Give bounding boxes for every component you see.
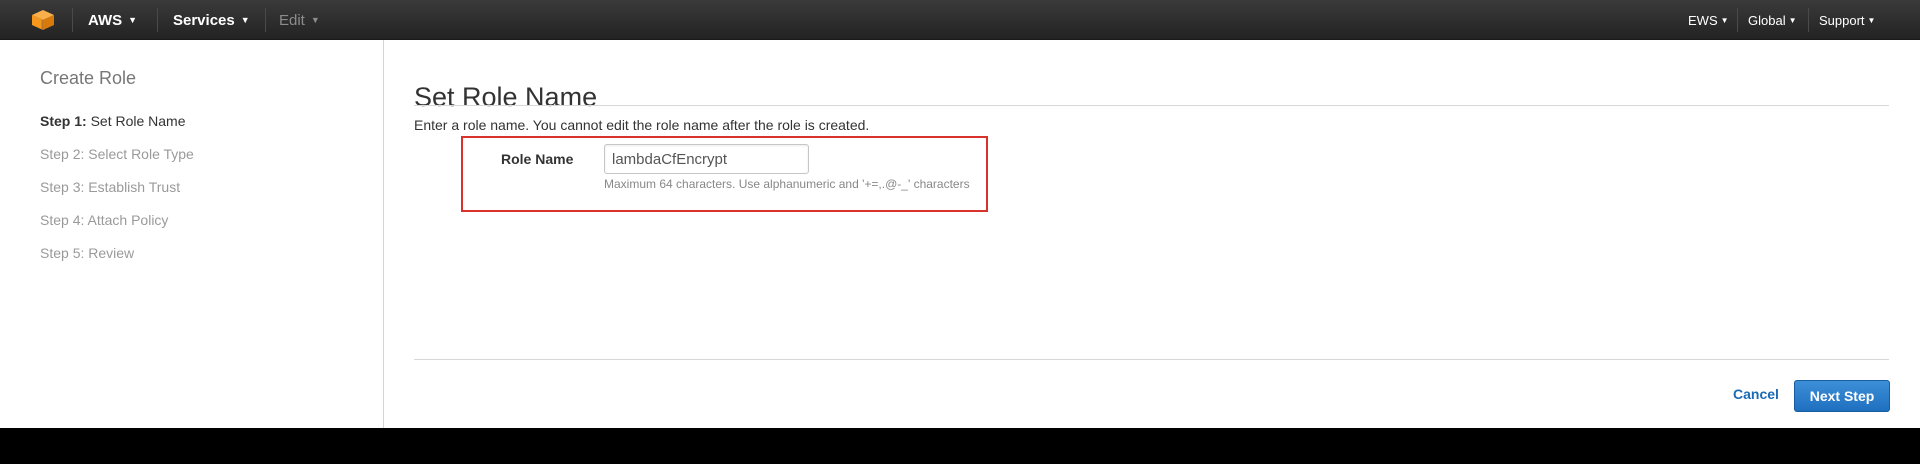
wizard-steps: Step 1: Set Role Name Step 2: Select Rol…	[40, 111, 194, 276]
caret-down-icon: ▼	[240, 15, 250, 25]
nav-divider	[157, 8, 158, 32]
bottom-black-band	[0, 428, 1920, 464]
sidebar-title: Create Role	[40, 68, 137, 88]
step-label: Review	[88, 245, 135, 261]
step-label: Attach Policy	[87, 212, 169, 228]
caret-down-icon: ▼	[1788, 16, 1797, 25]
region-menu[interactable]: Global ▼	[1748, 0, 1797, 40]
step-number: Step 2:	[40, 146, 85, 162]
aws-menu[interactable]: AWS ▼	[88, 0, 137, 40]
caret-down-icon: ▼	[128, 15, 138, 25]
step-label: Set Role Name	[90, 113, 186, 129]
role-name-help-text: Maximum 64 characters. Use alphanumeric …	[604, 177, 970, 191]
next-step-button[interactable]: Next Step	[1794, 380, 1890, 412]
services-menu-label: Services	[173, 12, 235, 29]
caret-down-icon: ▼	[1720, 16, 1729, 25]
wizard-step-set-role-name[interactable]: Step 1: Set Role Name	[40, 111, 194, 144]
wizard-sidebar: Create Role Step 1: Set Role Name Step 2…	[0, 40, 384, 428]
aws-cube-icon[interactable]	[31, 9, 55, 31]
caret-down-icon: ▼	[310, 15, 320, 25]
caret-down-icon: ▼	[1867, 16, 1876, 25]
step-number: Step 5:	[40, 245, 85, 261]
title-divider	[414, 105, 1889, 106]
page-title: Set Role Name	[414, 82, 598, 113]
edit-menu-label: Edit	[279, 12, 305, 29]
top-nav-bar: AWS ▼ Services ▼ Edit ▼ EWS ▼ Global ▼ Suppor…	[0, 0, 1920, 40]
step-label: Select Role Type	[88, 146, 194, 162]
nav-divider	[72, 8, 73, 32]
aws-menu-label: AWS	[88, 12, 123, 29]
cancel-button[interactable]: Cancel	[1733, 386, 1779, 402]
role-name-input[interactable]	[604, 144, 809, 174]
wizard-step-establish-trust[interactable]: Step 3: Establish Trust	[40, 177, 194, 210]
main-content: Set Role Name Enter a role name. You can…	[414, 40, 1890, 428]
page-description: Enter a role name. You cannot edit the r…	[414, 117, 870, 133]
wizard-step-review[interactable]: Step 5: Review	[40, 243, 194, 276]
services-menu[interactable]: Services ▼	[173, 0, 250, 40]
footer-divider	[414, 359, 1889, 360]
nav-divider	[1808, 8, 1809, 32]
step-number: Step 4:	[40, 212, 85, 228]
nav-divider	[265, 8, 266, 32]
support-menu-label: Support	[1819, 13, 1865, 28]
region-menu-label: Global	[1748, 13, 1786, 28]
account-menu[interactable]: EWS ▼	[1688, 0, 1729, 40]
support-menu[interactable]: Support ▼	[1819, 0, 1875, 40]
wizard-step-select-role-type[interactable]: Step 2: Select Role Type	[40, 144, 194, 177]
account-menu-label: EWS	[1688, 13, 1718, 28]
step-number: Step 3:	[40, 179, 85, 195]
role-name-label: Role Name	[501, 151, 574, 167]
step-number: Step 1:	[40, 113, 87, 129]
nav-divider	[1737, 8, 1738, 32]
edit-menu[interactable]: Edit ▼	[279, 0, 320, 40]
step-label: Establish Trust	[88, 179, 181, 195]
wizard-step-attach-policy[interactable]: Step 4: Attach Policy	[40, 210, 194, 243]
